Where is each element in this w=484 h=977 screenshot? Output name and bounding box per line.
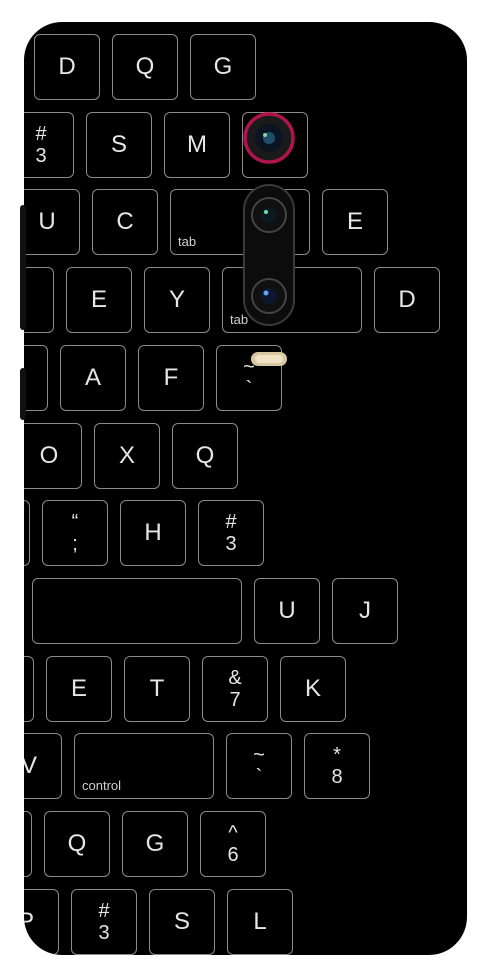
key-label: K	[304, 674, 321, 702]
key-label: H	[144, 519, 162, 547]
key-label: D	[58, 53, 76, 80]
key-label: U	[278, 596, 296, 624]
key: F	[138, 344, 204, 411]
key: Q	[172, 422, 238, 489]
key-label: # 3	[225, 511, 237, 556]
key: O	[24, 422, 82, 489]
key: # 3	[71, 888, 137, 955]
key: control	[74, 733, 214, 800]
key-label: O	[39, 441, 59, 469]
key: H	[120, 500, 186, 567]
key-label: M	[187, 130, 207, 158]
key: K	[280, 655, 346, 722]
key: D	[24, 811, 32, 877]
key-label: E	[346, 208, 363, 236]
key-label: control	[82, 778, 122, 794]
key: & 7	[202, 655, 268, 722]
key: ? /	[24, 655, 34, 722]
key: A	[60, 344, 126, 411]
key: E	[322, 189, 388, 256]
key-label: J	[359, 596, 371, 624]
key: Q	[44, 811, 110, 877]
key: G	[122, 811, 188, 877]
key: S	[149, 888, 215, 955]
key-label: E	[90, 286, 107, 314]
key: D	[34, 34, 100, 100]
key: P	[24, 500, 30, 567]
key-label: “ ;	[71, 511, 79, 556]
key: ^ 6	[200, 811, 266, 877]
key: V	[24, 733, 62, 800]
key-label: V	[24, 752, 37, 780]
key-label: Y	[168, 286, 185, 314]
key-label: ^ 6	[227, 822, 239, 866]
key: M	[164, 111, 230, 178]
key: J	[332, 577, 398, 644]
key: # 3	[24, 111, 74, 178]
key-label: C	[116, 208, 134, 236]
key-label: ~ `	[253, 744, 265, 789]
key: U	[24, 189, 80, 256]
key-label: G	[213, 53, 233, 80]
key-label: # 3	[98, 899, 110, 944]
key-label: Q	[195, 441, 215, 469]
key-label: L	[253, 907, 267, 935]
camera-icon	[243, 112, 295, 366]
key-label: G	[145, 830, 165, 857]
key-label: F	[163, 363, 179, 391]
phone-case: GOX^ 6WDQGMHLM# 3SMLUCtab% 5UCtabEEYtab?…	[24, 22, 467, 955]
key: Q	[112, 34, 178, 100]
key-label: T	[149, 674, 165, 702]
key-label: S	[110, 130, 127, 158]
key: “ ;	[42, 500, 108, 567]
key	[32, 577, 242, 644]
key-label: A	[84, 363, 101, 391]
key: Y	[144, 267, 210, 334]
key: X	[94, 422, 160, 489]
key: L	[227, 888, 293, 955]
key-label: U	[38, 208, 56, 236]
key-label: D	[398, 286, 416, 314]
key-label: # 3	[35, 122, 47, 167]
key-label: P	[24, 907, 34, 935]
power-button	[20, 368, 26, 420]
key: D	[374, 267, 440, 334]
key: P	[24, 888, 59, 955]
key: * 8	[24, 344, 48, 411]
key-label: Q	[135, 53, 155, 80]
key: ~ `	[226, 733, 292, 800]
key: C	[92, 189, 158, 256]
key-label: tab	[178, 234, 197, 250]
key: * 8	[304, 733, 370, 800]
key: ? /	[24, 267, 54, 334]
key: E	[66, 267, 132, 334]
key-label: E	[70, 674, 87, 702]
key-label: Q	[67, 830, 87, 857]
key-label: S	[173, 907, 190, 935]
key-label: & 7	[228, 666, 242, 711]
volume-button	[20, 205, 26, 330]
key: S	[86, 111, 152, 178]
camera-module	[224, 90, 314, 390]
key-label: * 8	[331, 744, 343, 789]
key: U	[254, 577, 320, 644]
key: # 3	[198, 500, 264, 567]
key-label: X	[118, 441, 135, 469]
key: E	[46, 655, 112, 722]
key: T	[124, 655, 190, 722]
